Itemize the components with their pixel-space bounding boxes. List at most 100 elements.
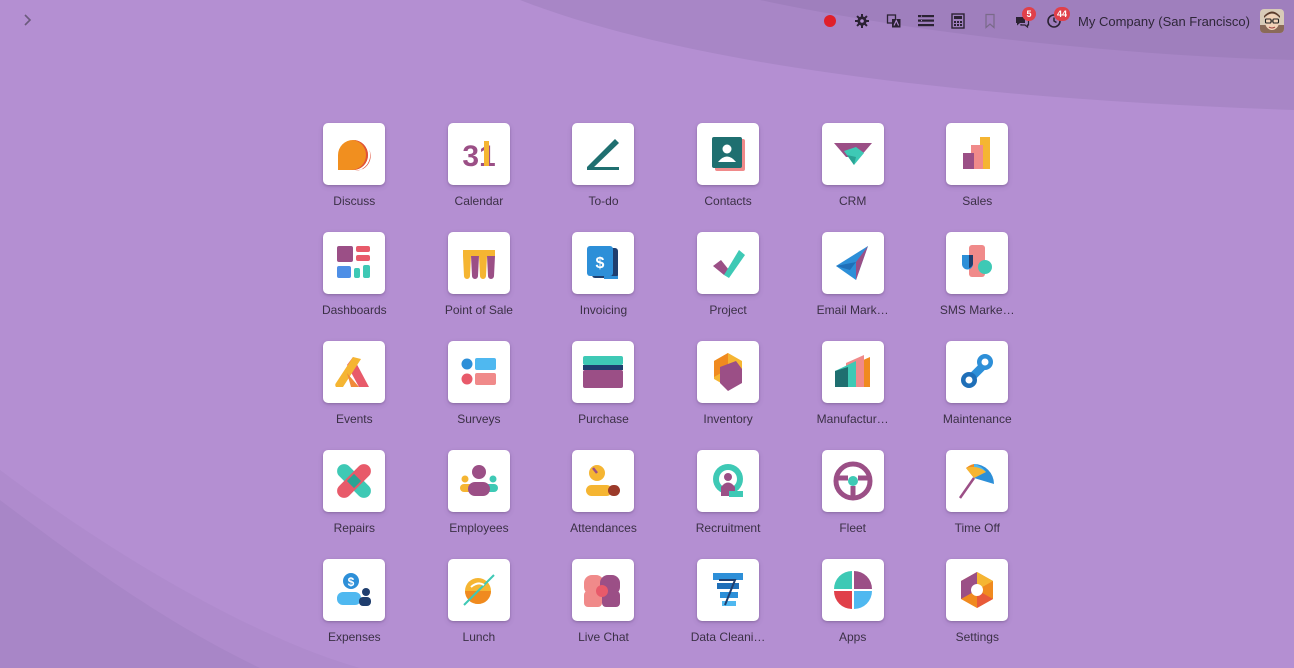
app-time-off[interactable]: Time Off: [915, 450, 1040, 559]
app-attendances[interactable]: Attendances: [541, 450, 666, 559]
app-sales[interactable]: Sales: [915, 123, 1040, 232]
email-marketing-icon: [835, 246, 868, 280]
app-tile: [447, 559, 510, 621]
data-cleaning-icon: [713, 573, 744, 606]
app-tile: $: [323, 559, 386, 621]
apps-grid: Discuss 31 Calendar To-do Contacts CRM S…: [292, 123, 1015, 668]
app-label: Time Off: [954, 521, 1000, 535]
app-invoicing[interactable]: $ Invoicing: [541, 232, 666, 341]
app-label: Employees: [449, 521, 509, 535]
invoicing-icon: $: [587, 246, 619, 279]
app-label: Attendances: [570, 521, 637, 535]
app-project[interactable]: Project: [666, 232, 791, 341]
app-label: Expenses: [327, 630, 381, 644]
app-manufacturing[interactable]: Manufactur…: [790, 341, 915, 450]
app-data-cleaning[interactable]: Data Cleani…: [666, 559, 791, 668]
app-label: Events: [335, 412, 373, 426]
app-tile: [447, 232, 510, 294]
messages-icon[interactable]: 5: [1006, 7, 1038, 34]
app-label: Live Chat: [578, 630, 629, 644]
list-view-icon[interactable]: [910, 8, 942, 34]
app-events[interactable]: Events: [292, 341, 417, 450]
app-label: Settings: [955, 630, 999, 644]
app-maintenance[interactable]: Maintenance: [915, 341, 1040, 450]
app-recruitment[interactable]: Recruitment: [666, 450, 791, 559]
app-contacts[interactable]: Contacts: [666, 123, 791, 232]
surveys-icon: [461, 358, 496, 385]
app-settings[interactable]: Settings: [915, 559, 1040, 668]
app-label: Project: [709, 303, 747, 317]
app-tile: [323, 450, 386, 512]
app-repairs[interactable]: Repairs: [292, 450, 417, 559]
app-label: Fleet: [839, 521, 867, 535]
app-tile: [697, 450, 760, 512]
point-of-sale-icon: [462, 250, 495, 279]
fleet-icon: [833, 461, 873, 501]
app-lunch[interactable]: Lunch: [417, 559, 542, 668]
app-label: Purchase: [578, 412, 629, 426]
app-label: Calendar: [454, 194, 504, 208]
maintenance-icon: [961, 354, 994, 388]
app-tile: [821, 559, 884, 621]
systray: 5 44 My Company (San Francisco): [814, 7, 1284, 34]
app-calendar[interactable]: 31 Calendar: [417, 123, 542, 232]
top-navbar: 5 44 My Company (San Francisco): [0, 0, 1294, 40]
app-tile: [447, 341, 510, 403]
app-label: Inventory: [703, 412, 753, 426]
recording-indicator-icon[interactable]: [814, 8, 846, 34]
app-live-chat[interactable]: Live Chat: [541, 559, 666, 668]
app-tile: [323, 123, 386, 185]
expand-sidebar-chevron-icon[interactable]: [18, 11, 36, 29]
lunch-icon: [463, 574, 495, 606]
app-sms-marketing[interactable]: SMS Marke…: [915, 232, 1040, 341]
app-expenses[interactable]: $ Expenses: [292, 559, 417, 668]
recruitment-icon: [713, 464, 744, 497]
time-off-icon: [959, 464, 995, 499]
app-surveys[interactable]: Surveys: [417, 341, 542, 450]
app-crm[interactable]: CRM: [790, 123, 915, 232]
app-fleet[interactable]: Fleet: [790, 450, 915, 559]
app-tile: [447, 450, 510, 512]
app-tile: [697, 232, 760, 294]
app-label: Email Mark…: [816, 303, 889, 317]
app-label: Manufactur…: [816, 412, 889, 426]
app-dashboards[interactable]: Dashboards: [292, 232, 417, 341]
app-tile: [821, 450, 884, 512]
app-tile: [572, 450, 635, 512]
debug-gear-icon[interactable]: [846, 8, 878, 34]
app-label: Data Cleani…: [690, 630, 766, 644]
app-tile: [572, 559, 635, 621]
company-switcher[interactable]: My Company (San Francisco): [1078, 14, 1250, 29]
user-avatar[interactable]: [1260, 9, 1284, 33]
app-label: Point of Sale: [444, 303, 513, 317]
repairs-icon: [337, 464, 372, 498]
language-switch-icon[interactable]: [878, 8, 910, 34]
app-tile: [821, 232, 884, 294]
app-purchase[interactable]: Purchase: [541, 341, 666, 450]
app-tile: [572, 341, 635, 403]
app-discuss[interactable]: Discuss: [292, 123, 417, 232]
app-label: Surveys: [457, 412, 501, 426]
messages-count-badge: 5: [1022, 7, 1037, 21]
employees-icon: [459, 465, 498, 496]
app-label: SMS Marke…: [939, 303, 1015, 317]
app-email-marketing[interactable]: Email Mark…: [790, 232, 915, 341]
app-label: Recruitment: [695, 521, 761, 535]
app-todo[interactable]: To-do: [541, 123, 666, 232]
app-tile: [697, 123, 760, 185]
app-tile: 31: [447, 123, 510, 185]
sms-marketing-icon: [962, 245, 993, 277]
app-point-of-sale[interactable]: Point of Sale: [417, 232, 542, 341]
calculator-icon[interactable]: [942, 8, 974, 34]
app-label: Invoicing: [579, 303, 628, 317]
activities-clock-icon[interactable]: 44: [1038, 7, 1071, 34]
app-tile: [946, 450, 1009, 512]
app-tile: [821, 341, 884, 403]
app-inventory[interactable]: Inventory: [666, 341, 791, 450]
bookmark-icon[interactable]: [974, 8, 1006, 34]
app-apps[interactable]: Apps: [790, 559, 915, 668]
app-employees[interactable]: Employees: [417, 450, 542, 559]
app-label: Repairs: [333, 521, 375, 535]
inventory-icon: [714, 353, 743, 391]
app-label: Maintenance: [942, 412, 1012, 426]
